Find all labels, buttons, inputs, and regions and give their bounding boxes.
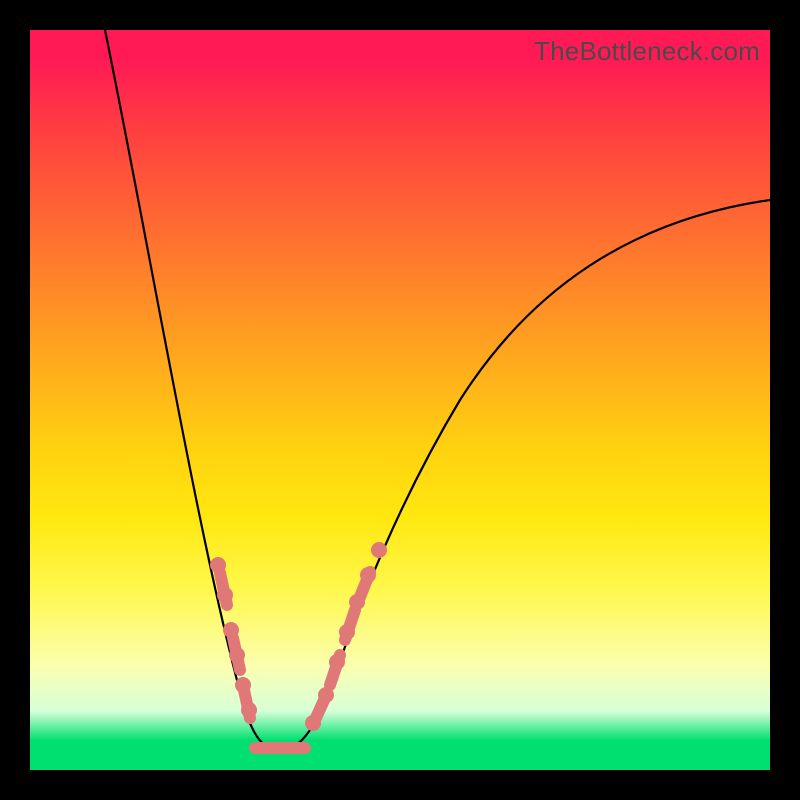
chart-frame: TheBottleneck.com	[30, 30, 770, 770]
marker-left-dot-3	[229, 647, 245, 663]
marker-right-dot-4	[349, 594, 365, 610]
marker-left-dot-2	[223, 622, 239, 638]
marker-right-dot-2	[329, 654, 345, 670]
chart-svg	[30, 30, 770, 770]
marker-left-dot-0	[210, 557, 226, 573]
marker-left-dot-4	[235, 677, 251, 693]
curve-right-branch	[280, 200, 770, 750]
marker-layer	[210, 542, 387, 748]
marker-right-dot-5	[360, 567, 376, 583]
marker-left-dot-1	[217, 587, 233, 603]
marker-right-dot-3	[339, 624, 355, 640]
marker-right-dot-1	[318, 687, 334, 703]
curve-left-branch	[105, 30, 280, 750]
marker-right-dot-6	[371, 542, 387, 558]
marker-left-dot-5	[241, 702, 257, 718]
marker-right-dot-0	[305, 715, 321, 731]
